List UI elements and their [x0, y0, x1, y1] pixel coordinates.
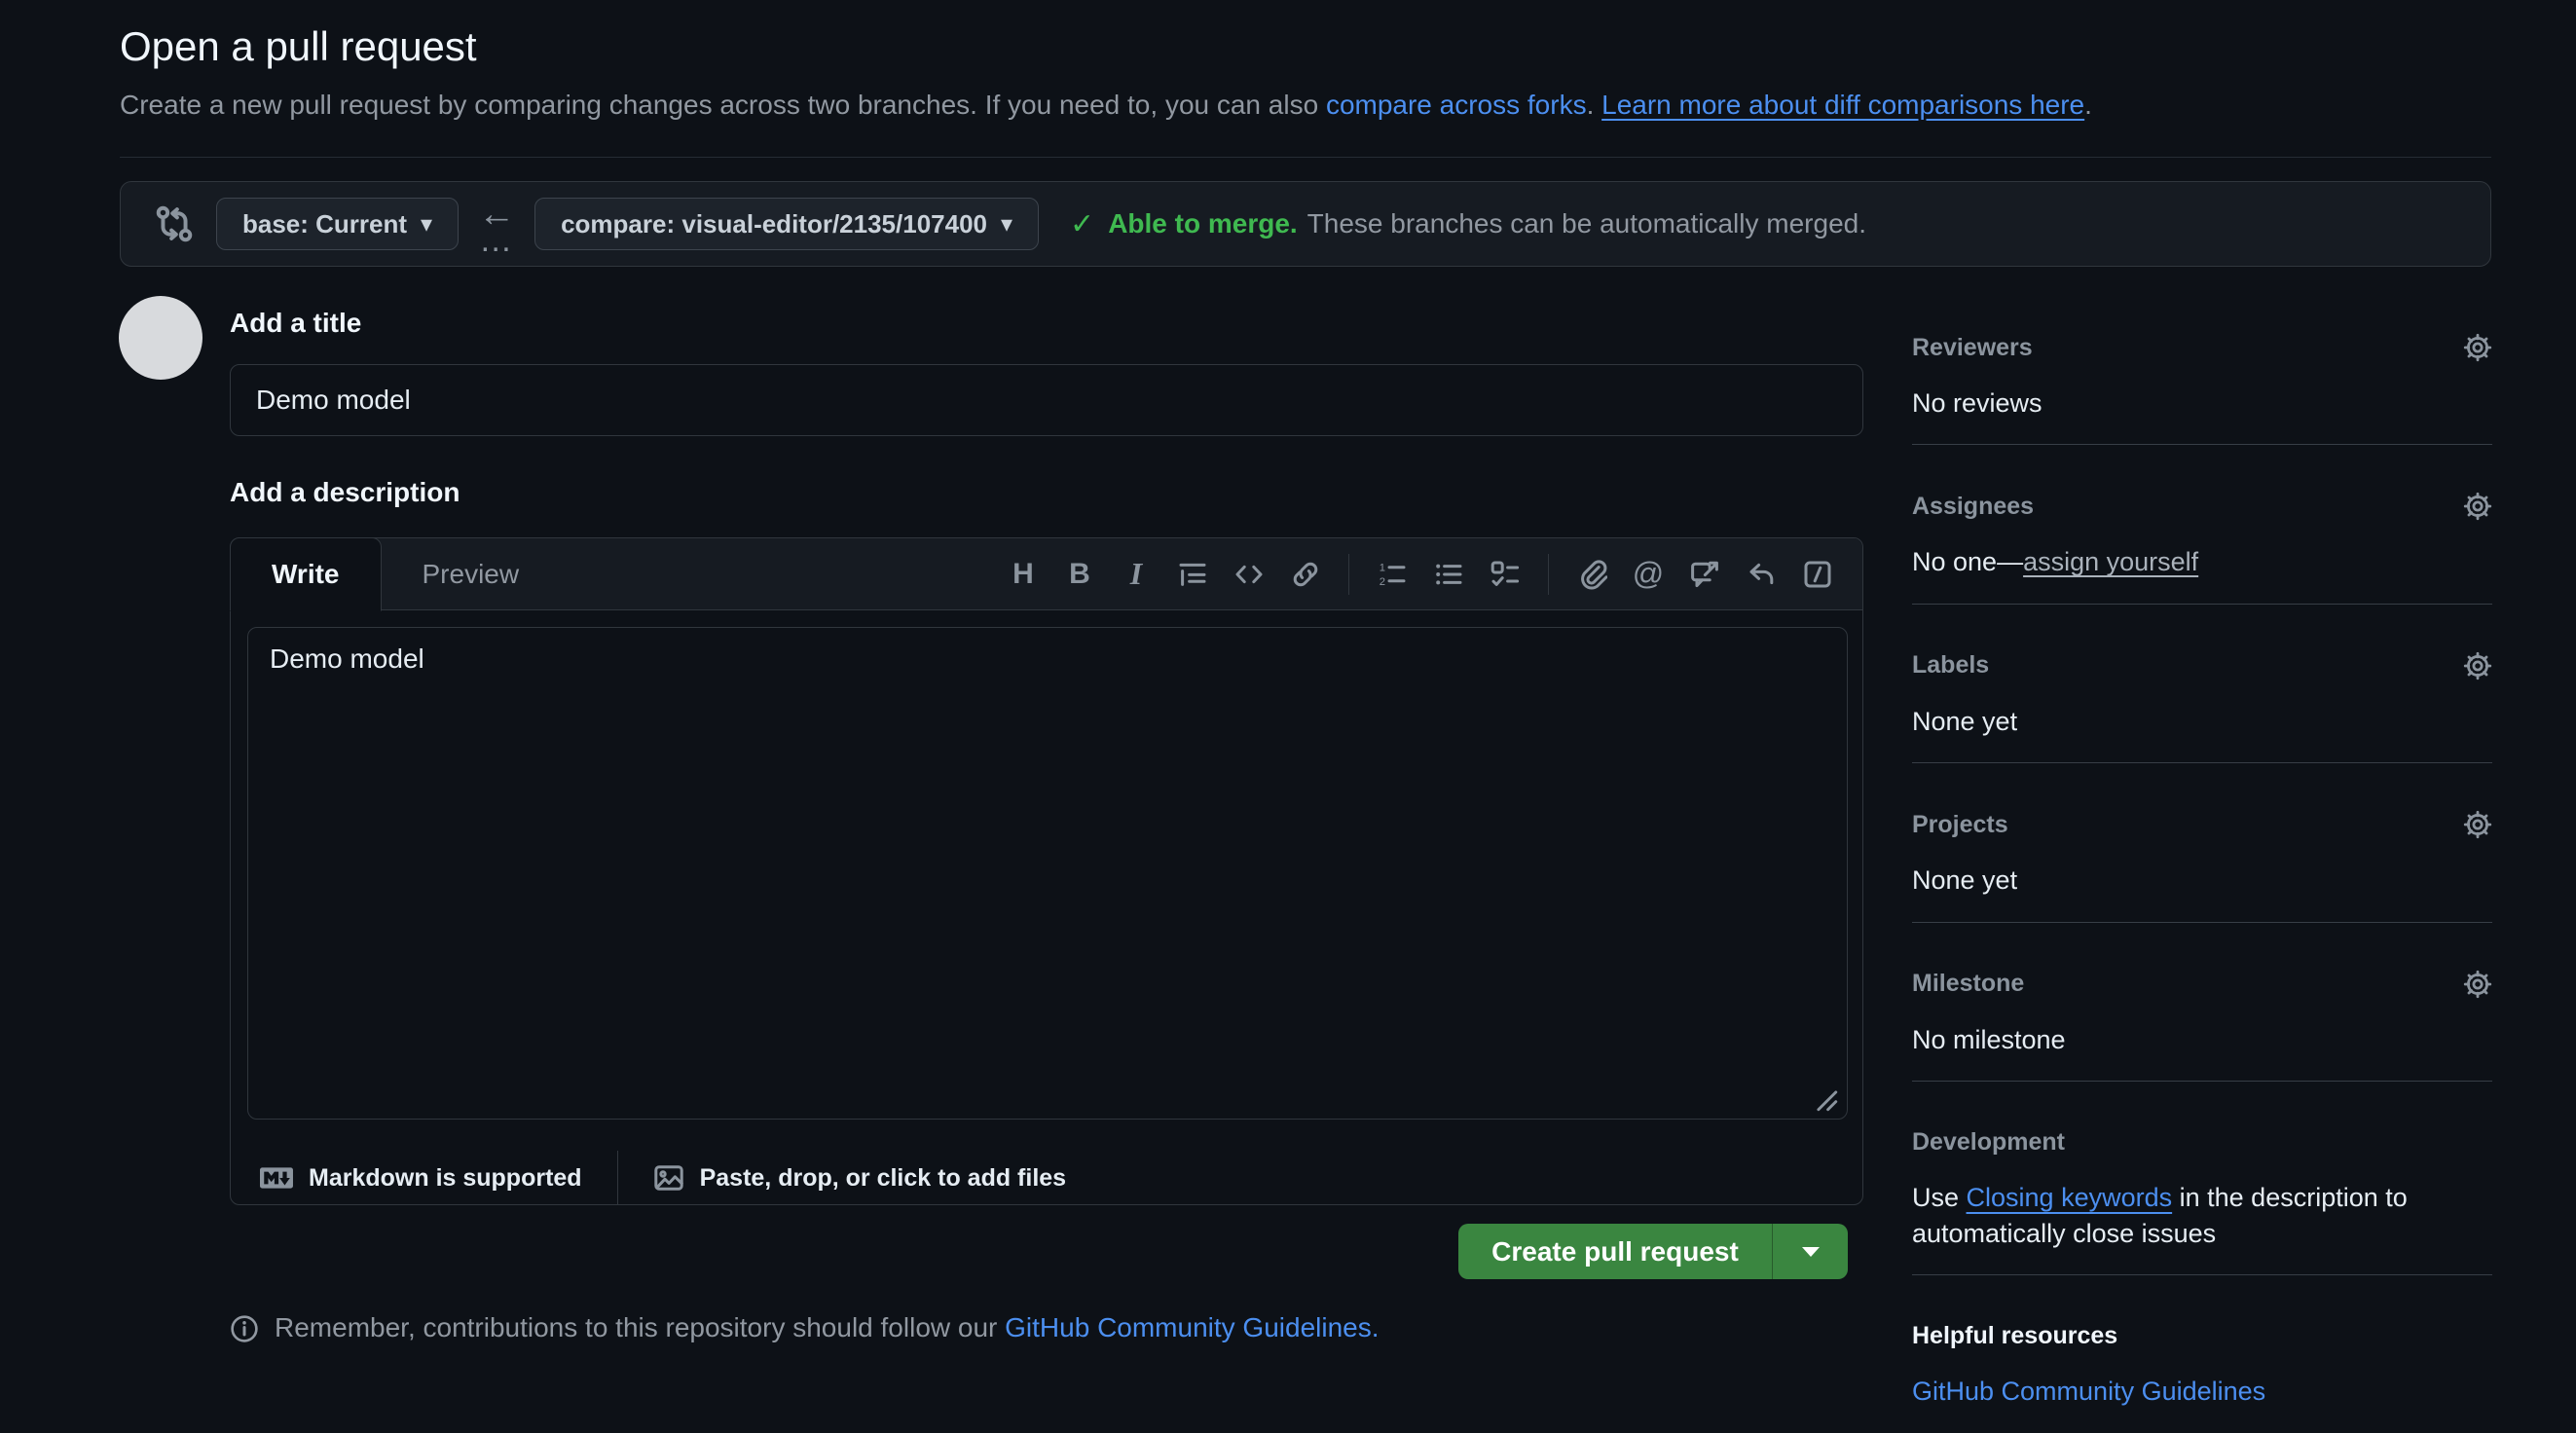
labels-value: None yet: [1912, 704, 2492, 739]
assignees-title: Assignees: [1912, 493, 2034, 521]
sidebar-section-milestone: Milestone No milestone: [1912, 970, 2492, 1082]
base-branch-label: base: Current: [242, 209, 407, 239]
assignees-value: No one—: [1912, 547, 2023, 576]
bold-icon[interactable]: B: [1056, 551, 1103, 598]
task-list-icon[interactable]: [1482, 551, 1528, 598]
tab-write[interactable]: Write: [230, 537, 382, 611]
page-subtitle: Create a new pull request by comparing c…: [120, 90, 2092, 121]
compare-branch-label: compare: visual-editor/2135/107400: [561, 209, 987, 239]
attach-files-button[interactable]: Paste, drop, or click to add files: [653, 1162, 1067, 1194]
description-label: Add a description: [230, 477, 460, 508]
toolbar-separator: [1348, 554, 1349, 595]
markdown-toolbar: H B I 1 2: [1000, 538, 1862, 609]
sidebar: Reviewers No reviews Assignees No one—as…: [1912, 333, 2492, 1433]
milestone-value: No milestone: [1912, 1022, 2492, 1057]
guideline-note: Remember, contributions to this reposito…: [230, 1312, 1380, 1343]
code-icon[interactable]: [1226, 551, 1272, 598]
editor-footer: Markdown is supported Paste, drop, or cl…: [231, 1136, 1862, 1220]
guideline-text: Remember, contributions to this reposito…: [275, 1312, 1005, 1342]
heading-icon[interactable]: H: [1000, 551, 1047, 598]
projects-title: Projects: [1912, 811, 2008, 839]
slash-commands-icon[interactable]: [1794, 551, 1841, 598]
chevron-down-icon: [1802, 1247, 1820, 1257]
tab-preview[interactable]: Preview: [382, 538, 561, 609]
merge-status-detail: These branches can be automatically merg…: [1307, 208, 1866, 239]
check-icon: ✓: [1070, 207, 1094, 241]
title-label: Add a title: [230, 308, 361, 339]
chevron-down-icon: ▾: [1001, 210, 1012, 239]
sidebar-section-development: Development Use Closing keywords in the …: [1912, 1128, 2492, 1275]
numbered-list-icon[interactable]: 1 2: [1369, 551, 1416, 598]
link-icon[interactable]: [1282, 551, 1329, 598]
gear-icon[interactable]: [2463, 492, 2492, 521]
merge-status-label: Able to merge.: [1108, 208, 1297, 239]
development-text: Use: [1912, 1183, 1967, 1212]
helpful-resources-title: Helpful resources: [1912, 1322, 2117, 1350]
create-pull-request-group: Create pull request: [1458, 1224, 1848, 1279]
svg-text:1: 1: [1380, 562, 1385, 573]
gear-icon[interactable]: [2463, 651, 2492, 680]
sidebar-section-reviewers: Reviewers No reviews: [1912, 333, 2492, 445]
editor-tab-bar: Write Preview H B I 1 2: [231, 538, 1862, 610]
merge-status: ✓ Able to merge. These branches can be a…: [1070, 207, 1866, 241]
mention-icon[interactable]: @: [1625, 551, 1672, 598]
labels-title: Labels: [1912, 651, 1989, 680]
git-compare-icon: [154, 203, 195, 244]
description-textarea[interactable]: Demo model: [247, 627, 1848, 1120]
markdown-supported-link[interactable]: Markdown is supported: [260, 1161, 582, 1194]
italic-icon[interactable]: I: [1113, 551, 1159, 598]
markdown-icon: [260, 1161, 293, 1194]
editor-body: Demo model: [231, 610, 1862, 1136]
page-title: Open a pull request: [120, 23, 477, 70]
branch-compare-bar: base: Current ▾ ← … compare: visual-edit…: [120, 181, 2491, 267]
chevron-down-icon: ▾: [421, 210, 432, 239]
learn-more-diff-link[interactable]: Learn more about diff comparisons here: [1601, 90, 2084, 120]
community-guidelines-link[interactable]: GitHub Community Guidelines.: [1005, 1312, 1379, 1342]
create-pull-request-button[interactable]: Create pull request: [1458, 1224, 1772, 1279]
gear-icon[interactable]: [2463, 810, 2492, 839]
compare-branch-dropdown[interactable]: compare: visual-editor/2135/107400 ▾: [534, 198, 1039, 250]
reply-icon[interactable]: [1738, 551, 1785, 598]
compare-across-forks-link[interactable]: compare across forks: [1326, 90, 1587, 120]
compare-direction: ← …: [459, 198, 534, 250]
create-options-dropdown[interactable]: [1772, 1224, 1848, 1279]
projects-value: None yet: [1912, 863, 2492, 898]
sidebar-section-helpful-resources: Helpful resources GitHub Community Guide…: [1912, 1322, 2492, 1432]
gear-icon[interactable]: [2463, 970, 2492, 999]
base-branch-dropdown[interactable]: base: Current ▾: [216, 198, 459, 250]
sidebar-section-labels: Labels None yet: [1912, 651, 2492, 763]
ellipsis-icon: …: [479, 231, 514, 250]
assign-yourself-link[interactable]: assign yourself: [2023, 547, 2198, 576]
footer-separator: [617, 1151, 618, 1205]
avatar: [119, 296, 202, 380]
info-icon: [230, 1314, 259, 1343]
development-title: Development: [1912, 1128, 2065, 1157]
svg-text:2: 2: [1380, 575, 1385, 587]
reviewers-title: Reviewers: [1912, 334, 2033, 362]
milestone-title: Milestone: [1912, 970, 2024, 998]
attach-file-icon[interactable]: [1568, 551, 1615, 598]
reviewers-value: No reviews: [1912, 386, 2492, 421]
toolbar-separator: [1548, 554, 1549, 595]
gear-icon[interactable]: [2463, 333, 2492, 362]
header-divider: [120, 157, 2491, 158]
cross-reference-icon[interactable]: [1681, 551, 1728, 598]
title-input[interactable]: [230, 364, 1863, 436]
helpful-community-guidelines-link[interactable]: GitHub Community Guidelines: [1912, 1377, 2265, 1406]
image-icon: [653, 1162, 684, 1194]
bullet-list-icon[interactable]: [1425, 551, 1472, 598]
description-editor: Write Preview H B I 1 2: [230, 537, 1863, 1205]
sidebar-section-assignees: Assignees No one—assign yourself: [1912, 492, 2492, 604]
closing-keywords-link[interactable]: Closing keywords: [1967, 1183, 2173, 1212]
quote-icon[interactable]: [1169, 551, 1216, 598]
subtitle-text: Create a new pull request by comparing c…: [120, 90, 1326, 120]
sidebar-section-projects: Projects None yet: [1912, 810, 2492, 922]
